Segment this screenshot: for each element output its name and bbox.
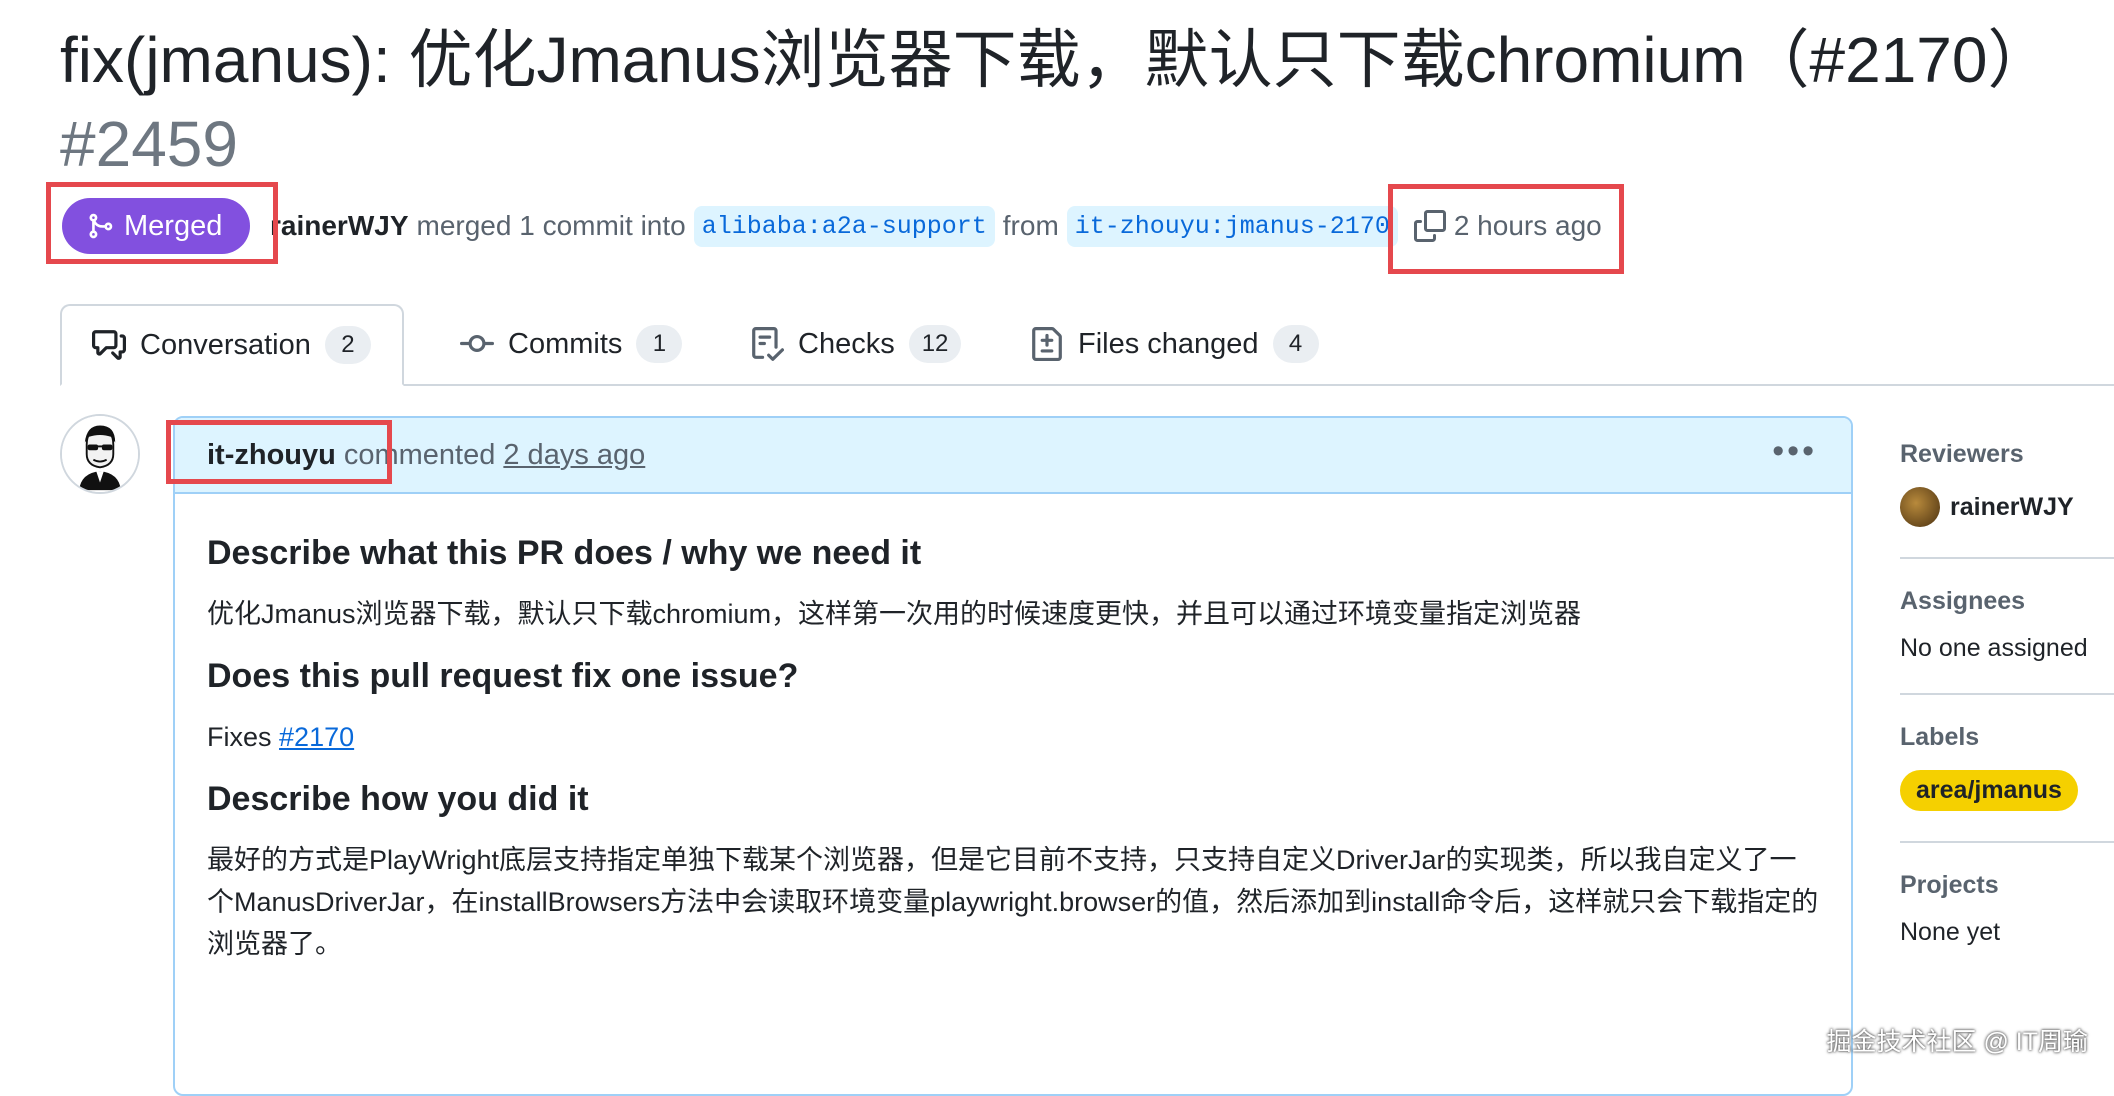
tab-files-changed-count: 4 bbox=[1272, 325, 1319, 363]
conversation-icon bbox=[92, 330, 126, 360]
projects-value: None yet bbox=[1900, 918, 2001, 946]
reviewer-name: rainerWJY bbox=[1950, 492, 2074, 521]
checks-icon bbox=[752, 327, 784, 361]
merged-status-badge: Merged bbox=[62, 198, 251, 254]
avatar-image bbox=[62, 416, 138, 492]
merge-summary: rainerWJY merged 1 commit into alibaba:a… bbox=[270, 196, 1602, 256]
section-heading-issue: Does this pull request fix one issue? bbox=[207, 657, 799, 695]
reviewer-avatar bbox=[1900, 487, 1940, 527]
base-branch[interactable]: alibaba:a2a-support bbox=[693, 205, 995, 247]
comment-action: commented bbox=[343, 438, 496, 471]
label-pill[interactable]: area/jmanus bbox=[1900, 770, 2078, 811]
reviewers-section: Reviewers rainerWJY bbox=[1900, 440, 2114, 559]
labels-title[interactable]: Labels bbox=[1900, 723, 2114, 752]
kebab-menu-icon[interactable]: ••• bbox=[1772, 432, 1817, 471]
section-text-how: 最好的方式是PlayWright底层支持指定单独下载某个浏览器，但是它目前不支持… bbox=[207, 845, 1819, 959]
assignees-value: No one assigned bbox=[1900, 634, 2088, 662]
tab-conversation[interactable]: Conversation 2 bbox=[60, 304, 404, 386]
section-heading-what: Describe what this PR does / why we need… bbox=[207, 534, 922, 572]
pr-description-comment: it-zhouyu commented 2 days ago ••• Descr… bbox=[173, 416, 1853, 1096]
commit-icon bbox=[460, 334, 494, 352]
reviewers-title[interactable]: Reviewers bbox=[1900, 440, 2114, 469]
merger-username[interactable]: rainerWJY bbox=[270, 210, 409, 242]
pr-sidebar: Reviewers rainerWJY Assignees No one ass… bbox=[1900, 440, 2114, 1005]
file-diff-icon bbox=[1032, 327, 1062, 361]
tab-files-changed-label: Files changed bbox=[1078, 327, 1259, 360]
fixes-label: Fixes bbox=[207, 722, 272, 752]
pr-tabs: Conversation 2 Commits 1 Checks 12 Files… bbox=[60, 304, 2114, 386]
comment-header: it-zhouyu commented 2 days ago ••• bbox=[175, 418, 1851, 494]
pr-number: #2459 bbox=[60, 108, 238, 180]
tab-checks-label: Checks bbox=[798, 327, 895, 360]
tab-conversation-label: Conversation bbox=[140, 328, 311, 361]
tab-files-changed[interactable]: Files changed 4 bbox=[1000, 304, 1349, 384]
comment-time[interactable]: 2 days ago bbox=[503, 439, 645, 472]
section-text-issue: Fixes #2170 bbox=[207, 716, 1819, 758]
from-text: from bbox=[1002, 210, 1059, 241]
tab-checks-count: 12 bbox=[908, 325, 962, 363]
labels-section: Labels area/jmanus bbox=[1900, 723, 2114, 843]
pr-meta-row: Merged rainerWJY merged 1 commit into al… bbox=[60, 196, 2060, 256]
assignees-title[interactable]: Assignees bbox=[1900, 587, 2114, 616]
tab-checks[interactable]: Checks 12 bbox=[720, 304, 991, 384]
projects-section: Projects None yet bbox=[1900, 871, 2114, 977]
merge-action-text: merged 1 commit into bbox=[416, 210, 686, 241]
section-text-what: 优化Jmanus浏览器下载，默认只下载chromium，这样第一次用的时候速度更… bbox=[207, 599, 1582, 629]
section-heading-how: Describe how you did it bbox=[207, 780, 589, 818]
projects-title[interactable]: Projects bbox=[1900, 871, 2114, 900]
merged-status-label: Merged bbox=[124, 209, 223, 242]
pr-title-text: fix(jmanus): 优化Jmanus浏览器下载，默认只下载chromium… bbox=[60, 24, 2052, 96]
tab-commits-count: 1 bbox=[636, 325, 683, 363]
assignees-section: Assignees No one assigned bbox=[1900, 587, 2114, 695]
watermark: 掘金技术社区 @ IT周瑜 bbox=[1826, 1028, 2089, 1056]
merge-time[interactable]: 2 hours ago bbox=[1454, 210, 1602, 242]
git-merge-icon bbox=[89, 213, 113, 239]
tab-commits-label: Commits bbox=[508, 327, 623, 360]
copy-icon[interactable] bbox=[1413, 210, 1446, 242]
head-branch[interactable]: it-zhouyu:jmanus-2170 bbox=[1066, 205, 1398, 247]
reviewer-entry[interactable]: rainerWJY bbox=[1900, 487, 2114, 527]
tab-conversation-count: 2 bbox=[324, 326, 371, 364]
comment-body: Describe what this PR does / why we need… bbox=[175, 494, 1851, 965]
commenter-avatar[interactable] bbox=[60, 414, 140, 494]
tab-commits[interactable]: Commits 1 bbox=[430, 304, 712, 384]
issue-link[interactable]: #2170 bbox=[279, 722, 354, 752]
pr-title: fix(jmanus): 优化Jmanus浏览器下载，默认只下载chromium… bbox=[60, 18, 2080, 186]
comment-author[interactable]: it-zhouyu bbox=[207, 439, 336, 472]
